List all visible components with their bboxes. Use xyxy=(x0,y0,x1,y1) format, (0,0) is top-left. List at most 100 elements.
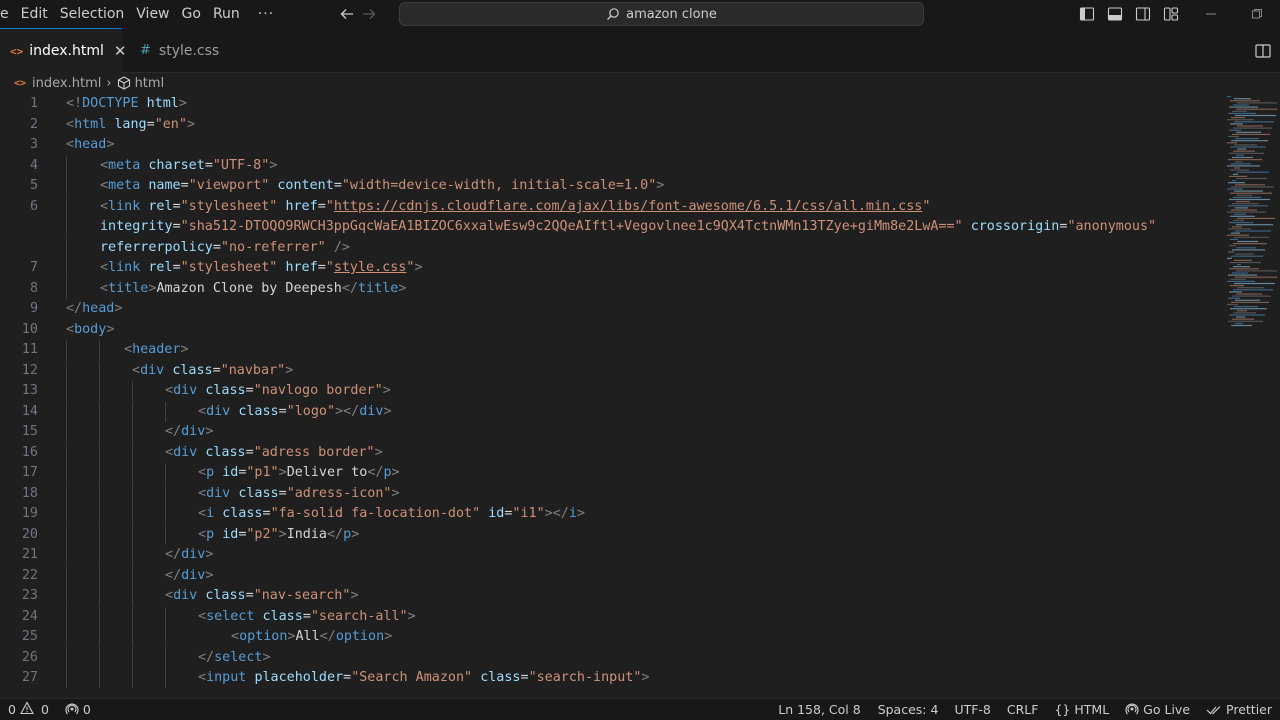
command-center-search[interactable]: amazon clone xyxy=(399,2,924,26)
code-line[interactable]: referrerpolicy="no-referrer" /> xyxy=(0,238,1225,258)
minimize-icon[interactable] xyxy=(1188,0,1234,28)
code-line[interactable]: 4 <meta charset="UTF-8"> xyxy=(0,156,1225,176)
prettier-button[interactable]: Prettier xyxy=(1198,702,1272,717)
indent-guide xyxy=(99,402,100,422)
breadcrumb-file[interactable]: index.html xyxy=(32,76,101,91)
menu-item-run[interactable]: Run xyxy=(207,0,246,28)
code-line[interactable]: integrity="sha512-DTOQO9RWCH3ppGqcWaEA1B… xyxy=(0,217,1225,237)
code-line[interactable]: 14 <div class="logo"></div> xyxy=(0,402,1225,422)
code-line[interactable]: 3 <head> xyxy=(0,135,1225,155)
minimap-line xyxy=(1232,295,1271,297)
customize-layout-icon[interactable] xyxy=(1162,5,1180,23)
code-token: < xyxy=(66,117,75,132)
code-editor[interactable]: 1 <!DOCTYPE html> 2 <html lang="en"> 3 <head>… xyxy=(0,94,1225,698)
line-number: 18 xyxy=(21,486,38,501)
language-mode[interactable]: {} HTML xyxy=(1046,702,1117,717)
code-line[interactable]: 7 <link rel="stylesheet" href="style.css"… xyxy=(0,258,1225,278)
code-token: < xyxy=(198,527,207,542)
menu-item-edit[interactable]: Edit xyxy=(15,0,54,28)
encoding[interactable]: UTF-8 xyxy=(946,702,998,717)
code-line[interactable]: 24 <select class="search-all"> xyxy=(0,607,1225,627)
tab-style-css[interactable]: # style.css xyxy=(124,28,250,73)
code-line[interactable]: 13 <div class="navlogo border"> xyxy=(0,381,1225,401)
line-ending[interactable]: CRLF xyxy=(999,702,1047,717)
menu-item-go[interactable]: Go xyxy=(176,0,207,28)
code-token: = xyxy=(245,383,254,398)
code-token: href xyxy=(285,260,318,275)
code-line[interactable]: 20 <p id="p2">India</p> xyxy=(0,525,1225,545)
code-line[interactable]: 10 <body> xyxy=(0,320,1225,340)
code-line[interactable]: 6 <link rel="stylesheet" href="https://cd… xyxy=(0,197,1225,217)
back-arrow-icon[interactable] xyxy=(336,0,358,28)
broadcast-icon xyxy=(1125,702,1139,714)
code-line[interactable]: 22 </div> xyxy=(0,566,1225,586)
code-token: p xyxy=(206,527,215,542)
code-token: i xyxy=(206,506,215,521)
code-line[interactable]: 23 <div class="nav-search"> xyxy=(0,586,1225,606)
minimap-line xyxy=(1237,310,1247,312)
code-token: lang xyxy=(114,117,147,132)
restore-icon[interactable] xyxy=(1234,0,1280,28)
menu-item-selection[interactable]: Selection xyxy=(54,0,131,28)
ports-indicator[interactable]: 0 xyxy=(57,702,99,717)
minimap-line xyxy=(1237,240,1258,243)
menu-item-file[interactable]: e xyxy=(0,0,15,28)
problems-indicator[interactable]: 0 0 xyxy=(0,701,57,718)
go-live-button[interactable]: Go Live xyxy=(1117,702,1198,717)
menu-item-view[interactable]: View xyxy=(130,0,175,28)
code-line[interactable]: 12 <div class="navbar"> xyxy=(0,361,1225,381)
indent-guide xyxy=(99,381,100,401)
code-line[interactable]: 1 <!DOCTYPE html> xyxy=(0,94,1225,114)
code-line[interactable]: 17 <p id="p1">Deliver to</p> xyxy=(0,463,1225,483)
minimap-line xyxy=(1235,253,1254,255)
code-line[interactable]: 25 <option>All</option> xyxy=(0,627,1225,647)
minimap-line xyxy=(1233,289,1273,291)
toggle-primary-sidebar-icon[interactable] xyxy=(1078,5,1096,23)
code-line[interactable]: 18 <div class="adress-icon"> xyxy=(0,484,1225,504)
code-line[interactable]: 21 </div> xyxy=(0,545,1225,565)
minimap-line xyxy=(1231,255,1263,257)
code-token: > xyxy=(656,178,665,193)
code-line[interactable]: 16 <div class="adress border"> xyxy=(0,443,1225,463)
tab-label: index.html xyxy=(29,43,104,59)
cursor-position[interactable]: Ln 158, Col 8 xyxy=(770,702,868,717)
breadcrumb-symbol[interactable]: html xyxy=(135,76,165,91)
minimap-line xyxy=(1232,272,1248,274)
code-token: ></ xyxy=(544,506,569,521)
line-number: 12 xyxy=(21,363,38,378)
code-token: = xyxy=(278,404,287,419)
minimap-line xyxy=(1228,297,1240,299)
code-line[interactable]: 11 <header> xyxy=(0,340,1225,360)
code-text: <!DOCTYPE html> xyxy=(66,94,187,114)
minimap-line xyxy=(1237,217,1275,219)
split-editor-icon[interactable] xyxy=(1254,42,1272,60)
code-token: > xyxy=(278,465,287,480)
tab-index-html[interactable]: <> index.html ✕ xyxy=(0,28,126,73)
menu-more-button[interactable]: ··· xyxy=(246,0,286,28)
forward-arrow-icon[interactable] xyxy=(358,0,380,28)
minimap[interactable] xyxy=(1225,94,1280,334)
code-token: div xyxy=(173,588,198,603)
title-bar: e Edit Selection View Go Run ··· amazon … xyxy=(0,0,1280,28)
indent-guide xyxy=(66,258,67,278)
code-line[interactable]: 26 </select> xyxy=(0,648,1225,668)
code-line[interactable]: 27 <input placeholder="Search Amazon" cla… xyxy=(0,668,1225,688)
minimap-line xyxy=(1235,184,1265,186)
indent-guide xyxy=(66,586,67,606)
code-token: input xyxy=(206,670,247,685)
code-line[interactable]: 8 <title>Amazon Clone by Deepesh</title> xyxy=(0,279,1225,299)
code-line[interactable]: 9 </head> xyxy=(0,299,1225,319)
code-line[interactable]: 5 <meta name="viewport" content="width=de… xyxy=(0,176,1225,196)
code-line[interactable]: 19 <i class="fa-solid fa-location-dot" id… xyxy=(0,504,1225,524)
code-token: https://cdnjs.cloudflare.com/ajax/libs/f… xyxy=(333,199,923,214)
indentation[interactable]: Spaces: 4 xyxy=(869,702,947,717)
indent-guide xyxy=(66,156,67,176)
line-number: 17 xyxy=(21,465,38,480)
code-line[interactable]: 2 <html lang="en"> xyxy=(0,115,1225,135)
code-token: > xyxy=(576,506,585,521)
toggle-secondary-sidebar-icon[interactable] xyxy=(1134,5,1152,23)
code-token: class xyxy=(238,404,279,419)
toggle-panel-icon[interactable] xyxy=(1106,5,1124,23)
line-number: 23 xyxy=(21,588,38,603)
code-line[interactable]: 15 </div> xyxy=(0,422,1225,442)
